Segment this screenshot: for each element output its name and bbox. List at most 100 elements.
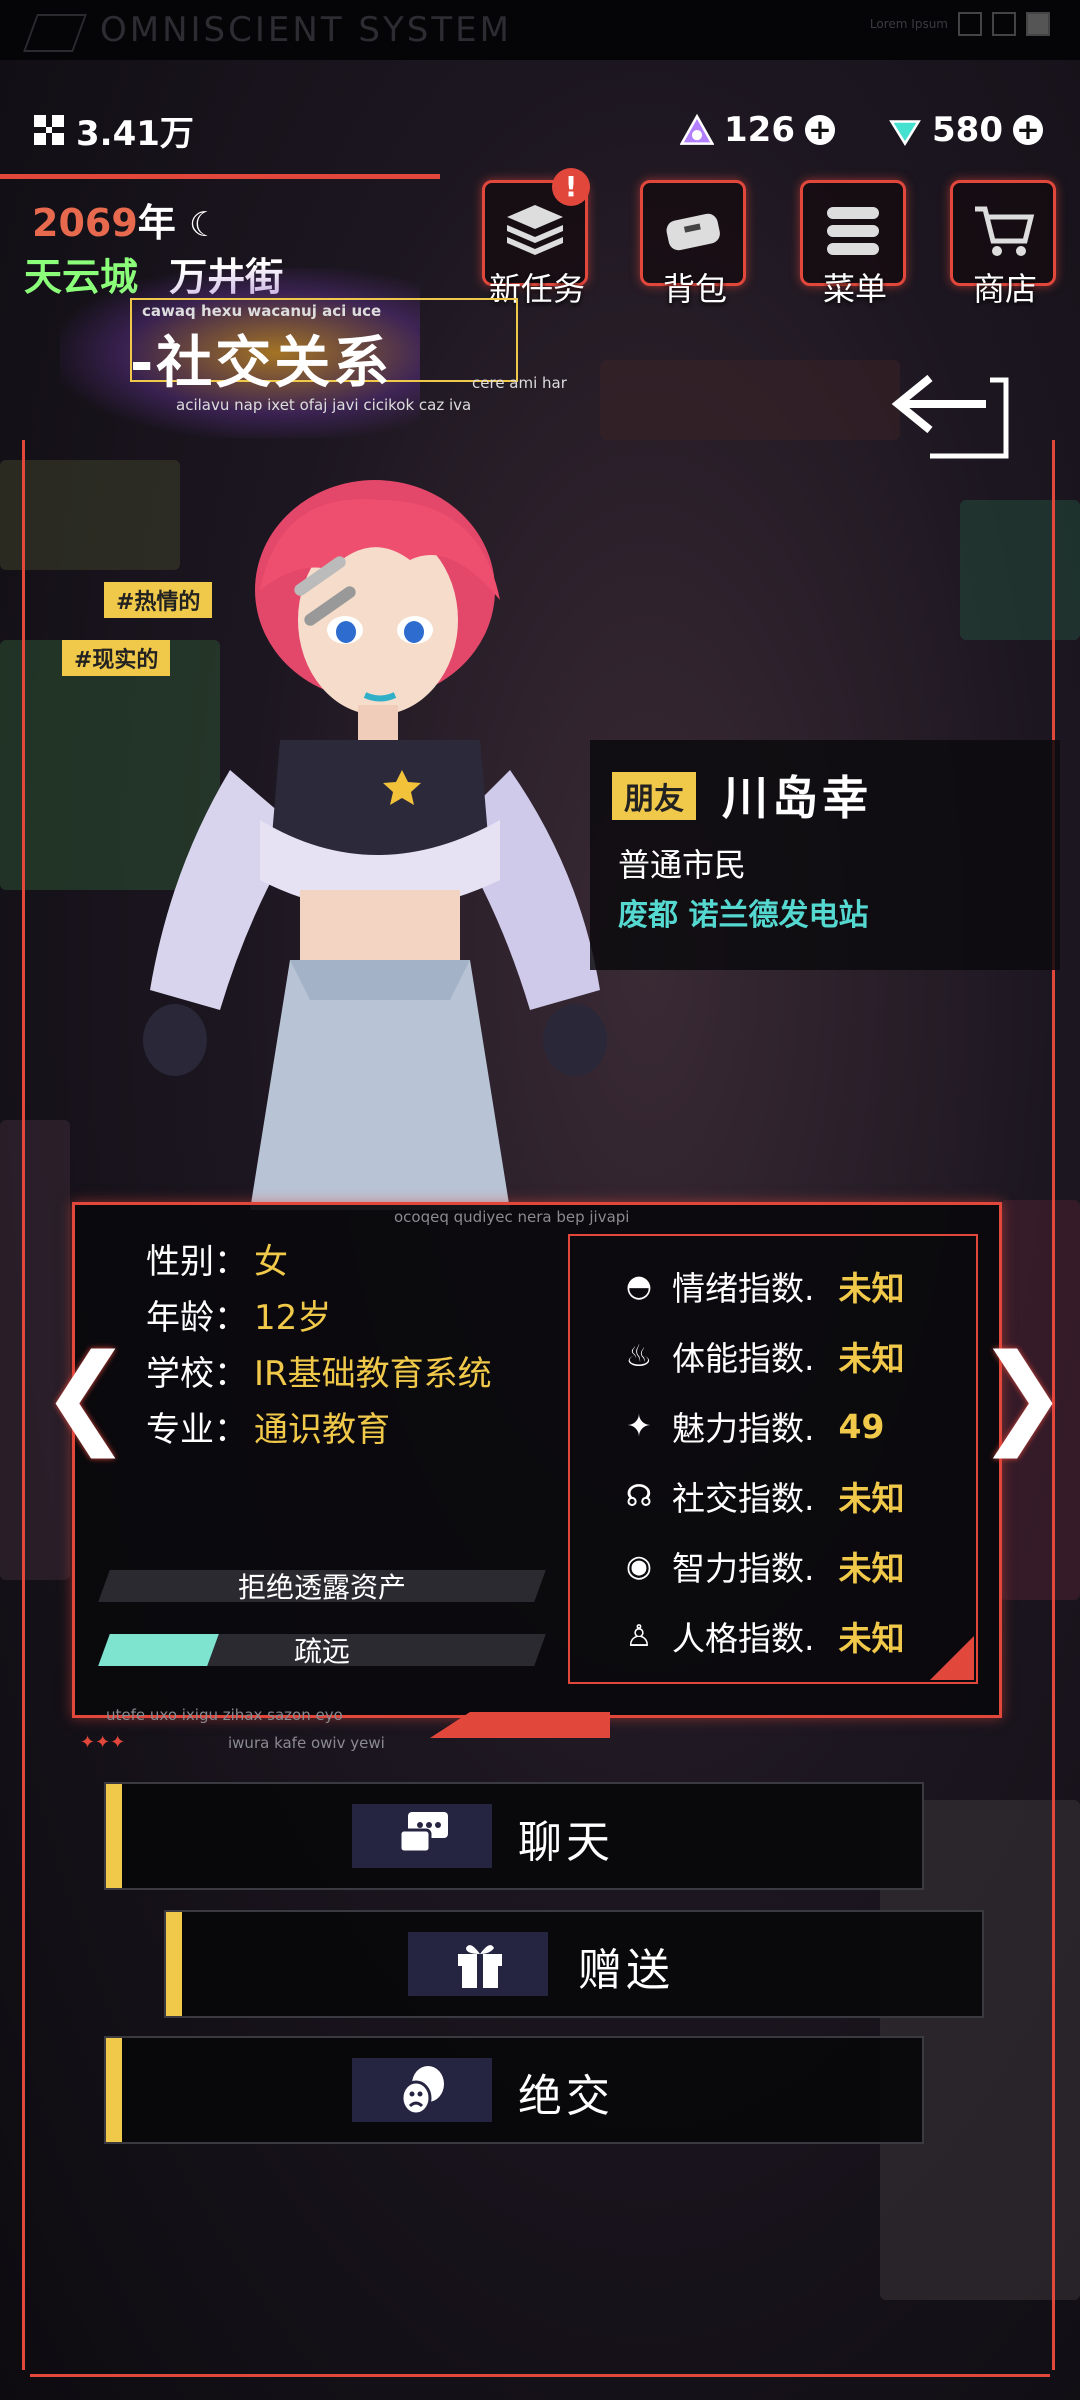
gems-value: 580: [932, 110, 1003, 150]
asset-bar-label: 拒绝透露资产: [237, 1571, 406, 1604]
gift-icon: [458, 1945, 502, 1988]
frame-line: [0, 174, 440, 179]
window-fill-icon[interactable]: [1026, 12, 1050, 36]
panel-corner: [430, 1712, 610, 1738]
window-close-icon[interactable]: [992, 12, 1016, 36]
stat-label: 人格指数.: [672, 1619, 815, 1658]
gift-icon-box: [408, 1932, 548, 1996]
year-unit: 年: [137, 201, 176, 245]
back-arrow-icon: [891, 374, 1009, 459]
info-major-label: 专业：: [146, 1410, 248, 1450]
add-gems-button[interactable]: +: [1012, 115, 1043, 145]
chat-icon-box: [352, 1804, 492, 1868]
section-caption-right: cere ami har: [472, 374, 567, 392]
coins-value: 3.41万: [76, 113, 194, 154]
info-school-value: IR基础教育系统: [254, 1354, 492, 1394]
chat-icon: [398, 1812, 448, 1854]
tokens-display: 126 +: [680, 100, 835, 160]
charm-icon: ✦: [626, 1408, 652, 1444]
button-stripe: [106, 2038, 122, 2142]
character-name-panel: 朋友 川岛幸 普通市民 废都 诺兰德发电站: [590, 740, 1060, 970]
info-major: 专业： 通识教育: [146, 1402, 390, 1451]
nav-shop[interactable]: 商店: [950, 180, 1060, 308]
gem-icon: [888, 113, 922, 147]
button-stripe: [166, 1912, 182, 2016]
character-location: 废都 诺兰德发电站: [618, 890, 868, 934]
next-character-button[interactable]: ❯: [976, 1330, 1068, 1458]
info-school-label: 学校：: [146, 1354, 248, 1394]
nav-shop-label: 商店: [972, 270, 1037, 308]
info-age: 年龄： 12岁: [146, 1290, 331, 1339]
chat-button[interactable]: 聊天: [104, 1782, 924, 1890]
section-caption-bottom: acilavu nap ixet ofaj javi cicikok caz i…: [176, 396, 472, 414]
personality-icon: ♙: [625, 1618, 653, 1654]
stat-label: 体能指数.: [672, 1339, 815, 1378]
info-major-value: 通识教育: [254, 1410, 390, 1450]
info-age-value: 12岁: [254, 1298, 332, 1338]
bg-sign: [600, 360, 900, 440]
stat-label: 智力指数.: [672, 1549, 815, 1588]
nav-menu[interactable]: 菜单: [800, 180, 910, 308]
page-title: -社交关系: [130, 331, 393, 396]
nav-backpack-label: 背包: [662, 270, 727, 308]
intelligence-icon: ◉: [625, 1548, 653, 1584]
tokens-value: 126: [724, 110, 795, 150]
gift-button[interactable]: 赠送: [164, 1910, 984, 2018]
gems-display: 580 +: [888, 100, 1043, 160]
coin-chip-icon: [32, 113, 66, 147]
stat-emotion: ◓ 情绪指数. 未知: [620, 1262, 905, 1310]
button-stripe: [106, 1784, 122, 1888]
token-triangle-icon: [680, 113, 714, 147]
stat-value: 未知: [838, 1549, 905, 1588]
window-box-icon[interactable]: [958, 12, 982, 36]
location-place: 诺兰德发电站: [688, 898, 869, 933]
frame-line: [22, 440, 25, 2370]
stat-value: 未知: [838, 1479, 905, 1518]
break-off-label: 绝交: [518, 2071, 614, 2122]
info-age-label: 年龄：: [146, 1298, 248, 1338]
year-value: 2069: [32, 201, 138, 245]
nav-new-task[interactable]: ! 新任务: [482, 168, 592, 308]
add-tokens-button[interactable]: +: [804, 115, 835, 145]
system-right-text: Lorem Ipsum: [869, 17, 948, 31]
system-controls: Lorem Ipsum: [870, 12, 1050, 36]
info-footer-caption: utefe uxo ixigu zihax sazon eyo: [106, 1706, 343, 1724]
relation-tag: 朋友: [612, 772, 696, 820]
break-off-button[interactable]: 绝交: [104, 2036, 924, 2144]
stat-stamina: ♨ 体能指数. 未知: [620, 1332, 905, 1380]
year-display: 2069年 ☾: [32, 192, 220, 247]
menu-icon: [827, 207, 879, 255]
back-button[interactable]: [890, 360, 1010, 460]
stat-value: 未知: [838, 1339, 905, 1378]
stat-label: 魅力指数.: [672, 1409, 815, 1448]
info-school: 学校： IR基础教育系统: [146, 1346, 492, 1395]
stat-intelligence: ◉ 智力指数. 未知: [620, 1542, 905, 1590]
nav-backpack[interactable]: 背包: [640, 180, 750, 308]
nav-menu-label: 菜单: [822, 270, 887, 308]
stat-value: 未知: [838, 1619, 905, 1658]
page-title-text: 社交关系: [156, 331, 393, 396]
info-gender: 性别：女: [146, 1234, 288, 1283]
stat-value: 49: [838, 1406, 885, 1446]
shop-cart-icon: [975, 206, 1035, 256]
stat-personality: ♙ 人格指数. 未知: [620, 1612, 905, 1660]
location-area: 废都: [618, 898, 678, 933]
system-title: OMNISCIENT SYSTEM: [100, 10, 512, 50]
coins-display: 3.41万: [32, 100, 194, 160]
broken-masks-icon: [400, 2066, 444, 2116]
bg-sign: [960, 500, 1080, 640]
break-icon-box: [352, 2058, 492, 2122]
info-gender-label: 性别：: [146, 1242, 248, 1282]
stamina-icon: ♨: [625, 1338, 653, 1374]
stat-label: 社交指数.: [672, 1479, 815, 1518]
stat-label: 情绪指数.: [672, 1269, 815, 1308]
emotion-icon: ◓: [625, 1268, 653, 1304]
prev-character-button[interactable]: ❮: [40, 1330, 132, 1458]
alert-badge: !: [552, 168, 590, 206]
character-portrait: [143, 480, 607, 1210]
chat-label: 聊天: [518, 1817, 614, 1868]
relationship-bar-label: 疏远: [293, 1635, 350, 1668]
social-icon: ☊: [625, 1478, 653, 1514]
info-footer-caption-2: iwura kafe owiv yewi: [228, 1734, 385, 1752]
frame-line: [30, 2374, 1050, 2377]
